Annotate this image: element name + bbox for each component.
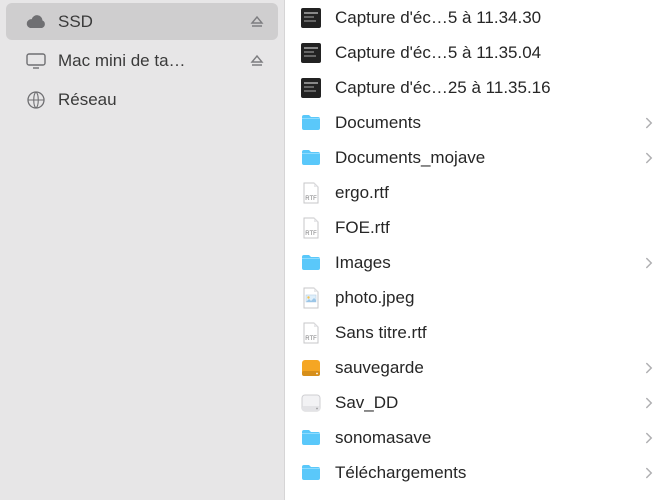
file-name: Images xyxy=(335,253,635,273)
file-row[interactable]: Capture d'éc…25 à 11.35.16 xyxy=(285,70,669,105)
file-row[interactable]: sonomasave xyxy=(285,420,669,455)
folder-icon xyxy=(299,146,323,170)
file-name: Téléchargements xyxy=(335,463,635,483)
file-name: Capture d'éc…25 à 11.35.16 xyxy=(335,78,635,98)
eject-icon[interactable] xyxy=(248,52,266,70)
finder-window: SSD Mac mini de ta… Réseau xyxy=(0,0,669,500)
file-name: Documents xyxy=(335,113,635,133)
sidebar-item-label: Réseau xyxy=(58,90,248,110)
screenshot-icon xyxy=(299,76,323,100)
globe-icon xyxy=(24,90,48,110)
file-row[interactable]: Téléchargements xyxy=(285,455,669,490)
file-row[interactable]: Documents_mojave xyxy=(285,140,669,175)
file-row[interactable]: Sans titre.rtf xyxy=(285,315,669,350)
rtf-icon xyxy=(299,216,323,240)
cloud-icon xyxy=(24,14,48,30)
file-row[interactable]: Sav_DD xyxy=(285,385,669,420)
chevron-right-icon[interactable] xyxy=(635,429,655,447)
file-name: Sans titre.rtf xyxy=(335,323,635,343)
file-name: Documents_mojave xyxy=(335,148,635,168)
sidebar-item-label: SSD xyxy=(58,12,248,32)
file-name: sonomasave xyxy=(335,428,635,448)
chevron-right-icon[interactable] xyxy=(635,359,655,377)
file-name: Capture d'éc…5 à 11.34.30 xyxy=(335,8,635,28)
file-row[interactable]: ergo.rtf xyxy=(285,175,669,210)
file-row[interactable]: sauvegarde xyxy=(285,350,669,385)
chevron-right-icon[interactable] xyxy=(635,254,655,272)
sidebar-item-label: Mac mini de ta… xyxy=(58,51,248,71)
drive-hd-icon xyxy=(299,356,323,380)
sidebar-item-mac-mini[interactable]: Mac mini de ta… xyxy=(6,42,278,79)
folder-icon xyxy=(299,426,323,450)
screenshot-icon xyxy=(299,41,323,65)
chevron-right-icon[interactable] xyxy=(635,149,655,167)
jpeg-icon xyxy=(299,286,323,310)
file-row[interactable]: photo.jpeg xyxy=(285,280,669,315)
folder-icon xyxy=(299,461,323,485)
chevron-right-icon[interactable] xyxy=(635,464,655,482)
file-name: ergo.rtf xyxy=(335,183,635,203)
sidebar-item-network[interactable]: Réseau xyxy=(6,81,278,118)
file-name: photo.jpeg xyxy=(335,288,635,308)
drive-white-icon xyxy=(299,391,323,415)
rtf-icon xyxy=(299,181,323,205)
file-row[interactable]: Capture d'éc…5 à 11.35.04 xyxy=(285,35,669,70)
file-row[interactable]: FOE.rtf xyxy=(285,210,669,245)
sidebar: SSD Mac mini de ta… Réseau xyxy=(0,0,285,500)
eject-icon[interactable] xyxy=(248,13,266,31)
monitor-icon xyxy=(24,52,48,70)
chevron-right-icon[interactable] xyxy=(635,114,655,132)
file-row[interactable]: Images xyxy=(285,245,669,280)
file-name: FOE.rtf xyxy=(335,218,635,238)
file-row[interactable]: Capture d'éc…5 à 11.34.30 xyxy=(285,0,669,35)
file-name: Capture d'éc…5 à 11.35.04 xyxy=(335,43,635,63)
folder-icon xyxy=(299,111,323,135)
file-name: sauvegarde xyxy=(335,358,635,378)
chevron-right-icon[interactable] xyxy=(635,394,655,412)
folder-icon xyxy=(299,251,323,275)
file-row[interactable]: Documents xyxy=(285,105,669,140)
file-name: Sav_DD xyxy=(335,393,635,413)
screenshot-icon xyxy=(299,6,323,30)
sidebar-item-ssd[interactable]: SSD xyxy=(6,3,278,40)
file-list: Capture d'éc…5 à 11.34.30 Capture d'éc…5 … xyxy=(285,0,669,500)
rtf-icon xyxy=(299,321,323,345)
